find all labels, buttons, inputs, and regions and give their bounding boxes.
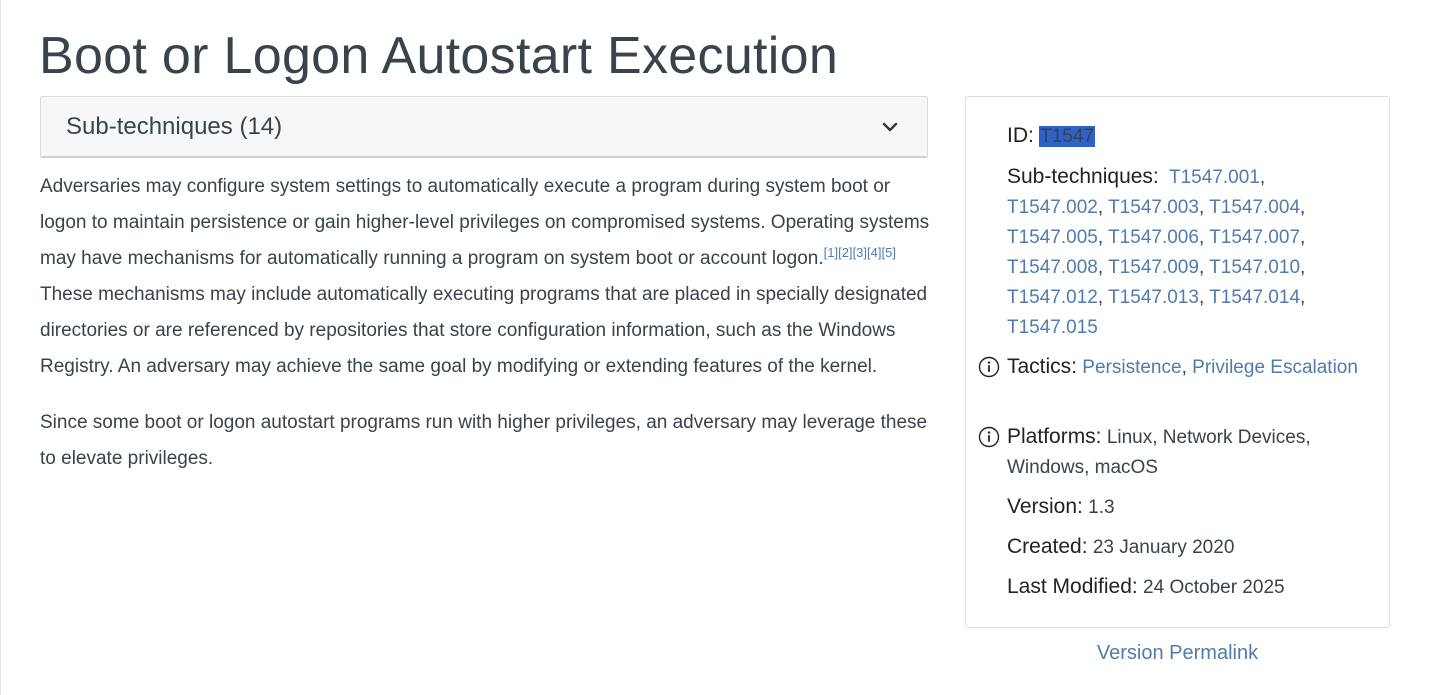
tactic-link-privilege-escalation[interactable]: Privilege Escalation: [1192, 357, 1358, 378]
chevron-down-icon: [881, 118, 899, 136]
page-title: Boot or Logon Autostart Execution: [39, 27, 839, 85]
card-modified-key: Last Modified:: [1007, 575, 1138, 598]
subtechnique-link[interactable]: T1547.004: [1209, 197, 1300, 218]
citation-refs: [1][2][3][4][5]: [824, 245, 896, 260]
card-created-value: 23 January 2020: [1092, 537, 1235, 558]
card-modified-value: 24 October 2025: [1143, 577, 1285, 598]
card-id-value: T1547: [1039, 126, 1095, 147]
card-created-row: Created: 23 January 2020: [1007, 532, 1367, 563]
subtechnique-link[interactable]: T1547.006: [1108, 227, 1199, 248]
card-platforms-key: Platforms:: [1007, 425, 1102, 448]
card-id-row: ID: T1547: [1007, 121, 1367, 152]
subtechnique-link[interactable]: T1547.013: [1108, 287, 1199, 308]
subtechnique-link[interactable]: T1547.009: [1108, 257, 1199, 278]
description-text: These mechanisms may include automatical…: [40, 284, 928, 377]
card-version-key: Version:: [1007, 495, 1083, 518]
subtechniques-toggle-label: Sub-techniques (14): [66, 112, 283, 140]
version-permalink-link[interactable]: Version Permalink: [965, 638, 1390, 668]
card-tactics-key: Tactics:: [1007, 355, 1078, 378]
subtechnique-link[interactable]: T1547.010: [1209, 257, 1300, 278]
subtechnique-link[interactable]: T1547.001: [1169, 167, 1260, 188]
card-tactics-row: Tactics: Persistence, Privilege Escalati…: [1007, 355, 1358, 378]
breadcrumb-remnant: [1, 0, 521, 2]
card-platforms-row: Platforms: Linux, Network Devices, Windo…: [1007, 422, 1367, 483]
card-subtechniques-key: Sub-techniques:: [1007, 165, 1159, 188]
subtechnique-link[interactable]: T1547.015: [1007, 317, 1098, 338]
card-id-key: ID:: [1007, 124, 1034, 147]
technique-info-card: ID: T1547 Sub-techniques: T1547.001, T15…: [965, 96, 1390, 628]
citation-link-3[interactable]: [3]: [853, 245, 867, 260]
card-version-value: 1.3: [1088, 497, 1115, 518]
citation-link-1[interactable]: [1]: [824, 245, 838, 260]
info-circle-icon[interactable]: [978, 426, 1000, 448]
description-paragraph-1: Adversaries may configure system setting…: [40, 169, 930, 385]
tactic-link-persistence[interactable]: Persistence: [1082, 357, 1181, 378]
card-subtechniques-row: Sub-techniques: T1547.001, T1547.002, T1…: [1007, 165, 1306, 338]
subtechnique-link[interactable]: T1547.005: [1007, 227, 1098, 248]
card-version-row: Version: 1.3: [1007, 492, 1367, 523]
card-created-key: Created:: [1007, 535, 1088, 558]
subtechnique-link[interactable]: T1547.002: [1007, 197, 1098, 218]
citation-link-5[interactable]: [5]: [882, 245, 896, 260]
subtechnique-link[interactable]: T1547.012: [1007, 287, 1098, 308]
card-modified-row: Last Modified: 24 October 2025: [1007, 572, 1367, 603]
subtechnique-link[interactable]: T1547.003: [1108, 197, 1199, 218]
subtechniques-toggle-button[interactable]: Sub-techniques (14): [40, 96, 928, 158]
info-circle-icon[interactable]: [978, 356, 1000, 378]
subtechnique-link[interactable]: T1547.008: [1007, 257, 1098, 278]
citation-link-4[interactable]: [4]: [867, 245, 881, 260]
description-text: Adversaries may configure system setting…: [40, 176, 930, 269]
subtechnique-link[interactable]: T1547.014: [1209, 287, 1300, 308]
description-paragraph-2: Since some boot or logon autostart progr…: [40, 412, 928, 469]
technique-description: Adversaries may configure system setting…: [40, 169, 930, 497]
citation-link-2[interactable]: [2]: [838, 245, 852, 260]
subtechnique-link[interactable]: T1547.007: [1209, 227, 1300, 248]
